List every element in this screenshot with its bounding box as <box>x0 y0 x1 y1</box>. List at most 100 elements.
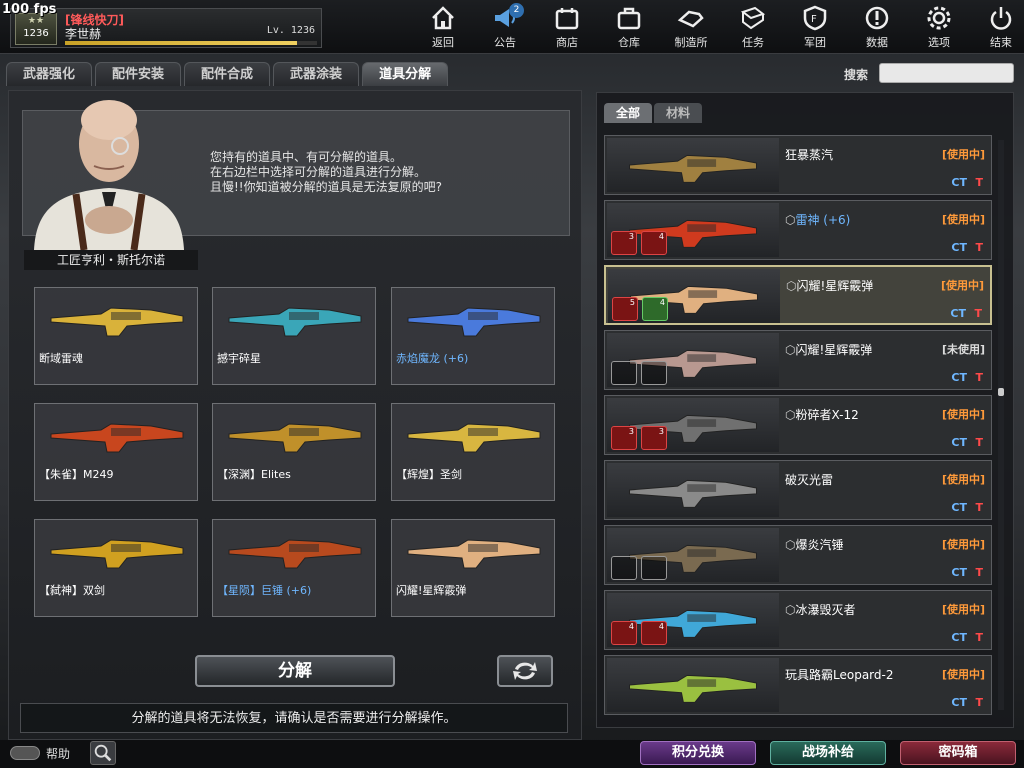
ct-tag: CT <box>951 371 967 384</box>
item-name: ⬡闪耀!星辉霰弹 <box>785 341 872 358</box>
main-nav: 返回 公告 2 商店 仓库 制造所 任务 F 军团 数据 选项 结束 <box>412 3 1024 52</box>
rank-number: 1236 <box>23 28 49 39</box>
nav-clan-button[interactable]: F 军团 <box>784 4 846 50</box>
t-tag: T <box>975 501 983 514</box>
player-level: Lv. 1236 <box>266 25 315 36</box>
player-card[interactable]: ★★ 1236 [锋线快刀] 李世赫 Lv. 1236 <box>10 8 322 48</box>
tab-1[interactable]: 配件安装 <box>95 62 182 86</box>
inventory-row[interactable]: 3 3 ⬡粉碎者X-12 [使用中] CT T <box>604 395 992 455</box>
tab-2[interactable]: 配件合成 <box>184 62 271 86</box>
warning-text: 分解的道具将无法恢复，请确认是否需要进行分解操作。 <box>20 703 568 733</box>
nav-exit-button[interactable]: 结束 <box>970 4 1024 50</box>
inventory-row[interactable]: ⬡闪耀!星辉霰弹 [未使用] CT T <box>604 330 992 390</box>
ct-tag: CT <box>951 436 967 449</box>
tab-3[interactable]: 武器涂装 <box>273 62 360 86</box>
inventory-row[interactable]: 3 4 ⬡雷神 (+6) [使用中] CT T <box>604 200 992 260</box>
inventory-row[interactable]: ⬡爆炎汽锤 [使用中] CT T <box>604 525 992 585</box>
inventory-row[interactable]: 狂暴蒸汽 [使用中] CT T <box>604 135 992 195</box>
weapon-image <box>629 674 757 703</box>
right-tab-0[interactable]: 全部 <box>604 103 653 123</box>
weapon-thumbnail <box>607 138 779 192</box>
weapon-image <box>629 544 757 573</box>
svg-text:F: F <box>811 14 817 25</box>
inventory-row[interactable]: 玩具路霸Leopard-2 [使用中] CT T <box>604 655 992 715</box>
scrollbar[interactable] <box>998 140 1004 710</box>
item-name-text: 冰瀑毁灭者 <box>795 603 856 617</box>
decompose-slot[interactable]: 【深渊】Elites <box>212 403 376 501</box>
item-status: [使用中] <box>941 668 985 681</box>
nav-label: 制造所 <box>674 36 708 49</box>
weapon-image <box>228 423 362 453</box>
inventory-row[interactable]: 4 4 ⬡冰瀑毁灭者 [使用中] CT T <box>604 590 992 650</box>
nav-options-button[interactable]: 选项 <box>908 4 970 50</box>
t-tag: T <box>974 307 982 320</box>
upgrade-slot-icon: 4 <box>641 621 667 645</box>
decompose-button[interactable]: 分解 <box>195 655 395 687</box>
code-box-button[interactable]: 密码箱 <box>900 741 1016 765</box>
craft-icon <box>677 10 704 28</box>
decompose-item-label: 【辉煌】圣剑 <box>396 468 462 481</box>
nav-label: 公告 <box>494 36 516 49</box>
decompose-slot[interactable]: 【朱雀】M249 <box>34 403 198 501</box>
nav-home-button[interactable]: 返回 <box>412 4 474 50</box>
nav-label: 数据 <box>866 36 888 49</box>
right-tab-1[interactable]: 材料 <box>654 103 703 123</box>
refresh-button[interactable] <box>497 655 553 687</box>
decompose-item-label: 闪耀!星辉霰弹 <box>396 584 467 597</box>
nav-mission-button[interactable]: 任务 <box>722 4 784 50</box>
decompose-item-label: 断域雷魂 <box>39 352 83 365</box>
options-icon <box>927 6 951 30</box>
inventory-row[interactable]: 破灭光雷 [使用中] CT T <box>604 460 992 520</box>
hexagon-mark-icon: ⬡ <box>785 213 796 227</box>
item-name-text: 闪耀!星辉霰弹 <box>795 343 873 357</box>
ct-tag: CT <box>951 176 967 189</box>
item-name: ⬡闪耀!星辉霰弹 <box>786 277 873 294</box>
decompose-slot[interactable]: 撼宇碎星 <box>212 287 376 385</box>
slot-level: 4 <box>628 622 634 631</box>
nav-notice-button[interactable]: 公告 2 <box>474 3 536 50</box>
storage-icon <box>617 7 641 30</box>
decompose-item-label: 【星陨】巨锤 (+6) <box>217 584 312 597</box>
slot-level: 4 <box>659 298 665 307</box>
points-exchange-button[interactable]: 积分兑换 <box>640 741 756 765</box>
upgrade-slot-icon: 4 <box>642 297 668 321</box>
item-status: [使用中] <box>941 148 985 161</box>
decompose-slot[interactable]: 闪耀!星辉霰弹 <box>391 519 555 617</box>
nav-data-button[interactable]: 数据 <box>846 4 908 50</box>
nav-shop-button[interactable]: 商店 <box>536 4 598 50</box>
decompose-slot[interactable]: 【弑神】双剑 <box>34 519 198 617</box>
refresh-icon <box>513 662 537 680</box>
decompose-slot[interactable]: 【星陨】巨锤 (+6) <box>212 519 376 617</box>
scroll-thumb[interactable] <box>998 388 1004 396</box>
magnifier-button[interactable] <box>90 741 116 765</box>
npc-portrait <box>34 100 184 250</box>
npc-name: 工匠亨利・斯托尔诺 <box>24 250 198 270</box>
tab-0[interactable]: 武器强化 <box>6 62 93 86</box>
battle-supply-button[interactable]: 战场补给 <box>770 741 886 765</box>
tab-bar: 武器强化 配件安装 配件合成 武器涂装 道具分解 <box>6 62 449 86</box>
nav-craft-button[interactable]: 制造所 <box>660 4 722 50</box>
item-name: ⬡爆炎汽锤 <box>785 536 844 553</box>
nav-label: 选项 <box>928 36 950 49</box>
inventory-row[interactable]: 5 4 ⬡闪耀!星辉霰弹 [使用中] CT T <box>604 265 992 325</box>
help-toggle[interactable] <box>10 746 40 760</box>
npc-dialog-text: 您持有的道具中、有可分解的道具。 在右边栏中选择可分解的道具进行分解。 且慢!!… <box>210 150 442 195</box>
weapon-image <box>629 479 757 508</box>
weapon-image <box>407 307 541 337</box>
tab-4[interactable]: 道具分解 <box>362 62 449 86</box>
item-status: [使用中] <box>941 408 985 421</box>
slot-level: 5 <box>629 298 635 307</box>
nav-label: 商店 <box>556 36 578 49</box>
decompose-slot[interactable]: 赤焰魔龙 (+6) <box>391 287 555 385</box>
weapon-image <box>630 285 758 314</box>
search-input[interactable] <box>879 63 1014 83</box>
item-status: [未使用] <box>941 343 985 356</box>
nav-storage-button[interactable]: 仓库 <box>598 4 660 50</box>
decompose-slot[interactable]: 断域雷魂 <box>34 287 198 385</box>
home-icon <box>432 6 454 30</box>
data-icon <box>865 6 889 30</box>
decompose-slot[interactable]: 【辉煌】圣剑 <box>391 403 555 501</box>
search-label: 搜索 <box>844 68 869 82</box>
npc-line: 在右边栏中选择可分解的道具进行分解。 <box>210 165 427 179</box>
weapon-image <box>629 154 757 183</box>
